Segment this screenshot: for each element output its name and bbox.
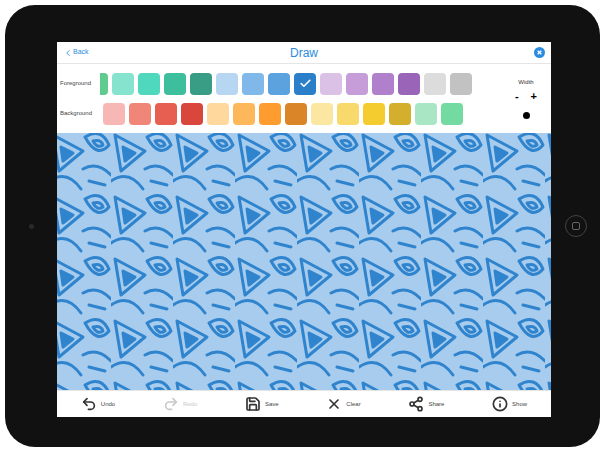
toolbar: Undo Redo Save Clear Share Show xyxy=(57,390,551,417)
check-icon xyxy=(299,77,312,90)
screen: Back Draw Foreground Background Width - + Undo R… xyxy=(57,42,551,417)
background-label: Background xyxy=(57,109,103,118)
camera-icon xyxy=(29,224,34,229)
home-square-icon xyxy=(572,222,580,230)
color-swatch[interactable] xyxy=(138,73,160,95)
toolbar-button[interactable]: Redo xyxy=(163,396,197,412)
color-swatch[interactable] xyxy=(294,73,316,95)
page: Back Draw Foreground Background Width - + Undo R… xyxy=(0,0,605,452)
background-row: Background xyxy=(57,103,501,125)
clear-icon xyxy=(326,396,342,412)
color-swatch[interactable] xyxy=(181,103,203,125)
palette: Foreground Background Width - + xyxy=(57,64,551,133)
color-swatch[interactable] xyxy=(311,103,333,125)
color-swatch[interactable] xyxy=(216,73,238,95)
nav-bar: Back Draw xyxy=(57,42,551,64)
color-swatch[interactable] xyxy=(129,103,151,125)
toolbar-button[interactable]: Undo xyxy=(81,396,115,412)
color-swatch[interactable] xyxy=(268,73,290,95)
color-swatch[interactable] xyxy=(337,103,359,125)
canvas[interactable] xyxy=(57,133,551,390)
width-minus-button[interactable]: - xyxy=(515,91,519,102)
home-button[interactable] xyxy=(565,215,587,237)
foreground-label: Foreground xyxy=(57,79,100,88)
width-label: Width xyxy=(518,78,533,87)
color-swatch[interactable] xyxy=(242,73,264,95)
color-swatch[interactable] xyxy=(112,73,134,95)
left-bezel xyxy=(5,5,57,447)
width-plus-button[interactable]: + xyxy=(531,91,537,102)
show-icon xyxy=(492,396,508,412)
undo-icon xyxy=(81,396,97,412)
color-swatch[interactable] xyxy=(259,103,281,125)
color-swatch[interactable] xyxy=(398,73,420,95)
back-button[interactable]: Back xyxy=(63,47,123,58)
color-swatch[interactable] xyxy=(155,103,177,125)
toolbar-button[interactable]: Show xyxy=(492,396,527,412)
close-icon[interactable] xyxy=(534,47,545,58)
color-swatch[interactable] xyxy=(450,73,472,95)
redo-icon xyxy=(163,396,179,412)
save-icon xyxy=(245,396,261,412)
toolbar-button[interactable]: Save xyxy=(245,396,279,412)
color-swatch[interactable] xyxy=(320,73,342,95)
chevron-left-icon xyxy=(63,48,73,58)
toolbar-button[interactable]: Clear xyxy=(326,396,360,412)
color-swatch[interactable] xyxy=(103,103,125,125)
width-control: Width - + xyxy=(501,64,551,133)
nav-title: Draw xyxy=(290,44,318,62)
color-swatch[interactable] xyxy=(233,103,255,125)
toolbar-button[interactable]: Share xyxy=(408,396,444,412)
foreground-row: Foreground xyxy=(57,73,501,95)
color-swatch[interactable] xyxy=(372,73,394,95)
right-bezel xyxy=(551,5,600,447)
color-swatch[interactable] xyxy=(346,73,368,95)
color-swatch[interactable] xyxy=(207,103,229,125)
color-swatch[interactable] xyxy=(415,103,437,125)
color-swatch[interactable] xyxy=(285,103,307,125)
share-icon xyxy=(408,396,424,412)
tablet-frame: Back Draw Foreground Background Width - + Undo R… xyxy=(5,5,600,447)
color-swatch[interactable] xyxy=(424,73,446,95)
width-dot xyxy=(523,112,530,119)
color-swatch[interactable] xyxy=(164,73,186,95)
drawing-icon xyxy=(57,133,551,390)
color-swatch[interactable] xyxy=(100,73,108,95)
color-swatch[interactable] xyxy=(363,103,385,125)
color-swatch[interactable] xyxy=(190,73,212,95)
color-swatch[interactable] xyxy=(441,103,463,125)
color-swatch[interactable] xyxy=(389,103,411,125)
